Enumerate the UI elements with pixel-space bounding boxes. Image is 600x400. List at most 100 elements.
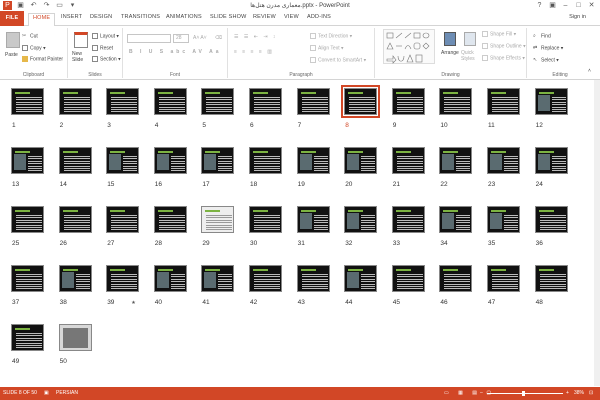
slide-thumbnail[interactable] [153,206,187,233]
slide-thumbnail[interactable] [106,88,140,115]
maximize-icon[interactable]: □ [572,0,585,11]
copy-button[interactable]: Copy ▾ [22,45,46,51]
slide-thumbnail[interactable] [106,147,140,174]
slide-thumbnail[interactable] [487,265,520,292]
paste-icon[interactable] [6,32,20,48]
tab-transitions[interactable]: TRANSITIONS [121,14,160,20]
slide-thumbnail[interactable] [391,147,425,174]
font-size-field[interactable]: 28 [173,34,189,43]
slide-thumbnail[interactable] [487,147,520,174]
slide-thumbnail[interactable] [58,206,92,233]
cut-button[interactable]: ✂ Cut [22,33,38,39]
slide-thumbnail[interactable] [487,206,520,233]
grow-shrink-font-icon[interactable]: A˄ A˅ [193,35,207,41]
slide-thumbnail[interactable] [344,265,378,292]
tab-design[interactable]: DESIGN [90,14,112,20]
font-style-buttons[interactable]: B I U S abc AV Aa [129,49,222,55]
slide-thumbnail[interactable] [58,265,92,292]
select-button[interactable]: ↖ Select ▾ [533,57,559,63]
slide-thumbnail[interactable] [11,147,44,174]
slide-thumbnail[interactable] [487,88,520,115]
align-text-button[interactable]: Align Text ▾ [310,45,344,51]
close-icon[interactable]: ✕ [585,0,598,11]
zoom-slider-thumb[interactable] [522,391,525,396]
slide-thumbnail[interactable] [249,147,282,174]
slide-thumbnail[interactable] [534,147,568,174]
tab-file[interactable]: FILE [0,11,24,26]
slide-thumbnail[interactable] [58,88,92,115]
collapse-ribbon-icon[interactable]: ˄ [588,68,591,74]
slide-thumbnail[interactable] [439,206,473,233]
slide-thumbnail[interactable] [439,265,473,292]
zoom-slider[interactable] [487,393,563,394]
slide-thumbnail[interactable] [58,147,92,174]
ribbon-display-icon[interactable]: ▣ [546,0,559,11]
convert-smartart-button[interactable]: Convert to SmartArt ▾ [310,57,366,63]
tab-insert[interactable]: INSERT [61,14,82,20]
slide-thumbnail[interactable] [201,147,235,174]
vertical-scrollbar[interactable] [594,80,600,386]
slide-thumbnail[interactable] [391,206,425,233]
shape-outline-button[interactable]: Shape Outline ▾ [482,43,526,49]
slide-thumbnail[interactable] [11,206,44,233]
slide-thumbnail[interactable] [534,88,568,115]
replace-button[interactable]: ⇄ Replace ▾ [533,45,563,51]
slide-thumbnail[interactable] [296,265,330,292]
help-icon[interactable]: ? [533,0,546,11]
slide-thumbnail[interactable] [106,206,140,233]
slide-thumbnail[interactable] [344,206,378,233]
tab-animations[interactable]: ANIMATIONS [166,14,202,20]
slide-thumbnail[interactable] [11,324,44,351]
shape-fill-button[interactable]: Shape Fill ▾ [482,31,516,37]
slide-thumbnail[interactable] [249,88,282,115]
proofing-icon[interactable]: ▣ [44,390,49,396]
slide-thumbnail[interactable] [341,85,381,118]
alignment-buttons[interactable]: ≡ ≡ ≡ ≡ ▥ [234,49,274,55]
slide-thumbnail[interactable] [153,265,187,292]
arrange-icon[interactable] [444,32,456,46]
font-name-field[interactable] [127,34,171,43]
slide-thumbnail[interactable] [249,206,282,233]
slide-thumbnail[interactable] [106,265,140,292]
slide-thumbnail[interactable] [153,147,187,174]
list-buttons[interactable]: ☰ ☰ ⇤ ⇥ ↕ [234,34,277,40]
slide-thumbnail[interactable] [249,265,282,292]
new-slide-icon[interactable] [74,32,88,48]
slide-thumbnail[interactable] [11,88,44,115]
zoom-level[interactable]: 38% [574,390,584,396]
quick-styles-icon[interactable] [464,32,476,46]
slide-thumbnail[interactable] [296,206,330,233]
tab-add-ins[interactable]: ADD-INS [307,14,331,20]
slide-thumbnail[interactable] [534,265,568,292]
fit-slide-icon[interactable]: ⊡ [589,390,593,396]
tab-slide-show[interactable]: SLIDE SHOW [210,14,247,20]
slide-thumbnail[interactable] [344,147,378,174]
slide-thumbnail[interactable] [534,206,568,233]
slide-thumbnail[interactable] [439,88,473,115]
clear-formatting-icon[interactable]: ⌫ [215,35,222,41]
slide-thumbnail[interactable] [58,324,92,351]
new-slide-button[interactable]: New Slide [72,51,92,63]
paste-button[interactable]: Paste [5,52,18,58]
slide-thumbnail[interactable] [391,265,425,292]
slide-thumbnail[interactable] [201,265,235,292]
find-button[interactable]: ⌕ Find [533,33,551,39]
arrange-button[interactable]: Arrange [441,50,459,56]
tab-home[interactable]: HOME [28,13,56,27]
language-indicator[interactable]: PERSIAN [56,390,78,396]
slide-thumbnail[interactable] [296,147,330,174]
animation-star-icon[interactable]: ★ [131,300,135,306]
section-button[interactable]: Section ▾ [92,56,121,62]
tab-view[interactable]: VIEW [284,14,299,20]
slide-thumbnail[interactable] [201,88,235,115]
tab-review[interactable]: REVIEW [253,14,276,20]
format-painter-button[interactable]: Format Painter [22,56,63,62]
shape-effects-button[interactable]: Shape Effects ▾ [482,55,525,61]
slide-thumbnail[interactable] [11,265,44,292]
slide-thumbnail[interactable] [391,88,425,115]
text-direction-button[interactable]: Text Direction ▾ [310,33,352,39]
slide-thumbnail[interactable] [153,88,187,115]
shapes-gallery[interactable] [383,29,435,64]
zoom-out-icon[interactable]: – [480,390,483,396]
minimize-icon[interactable]: – [559,0,572,11]
